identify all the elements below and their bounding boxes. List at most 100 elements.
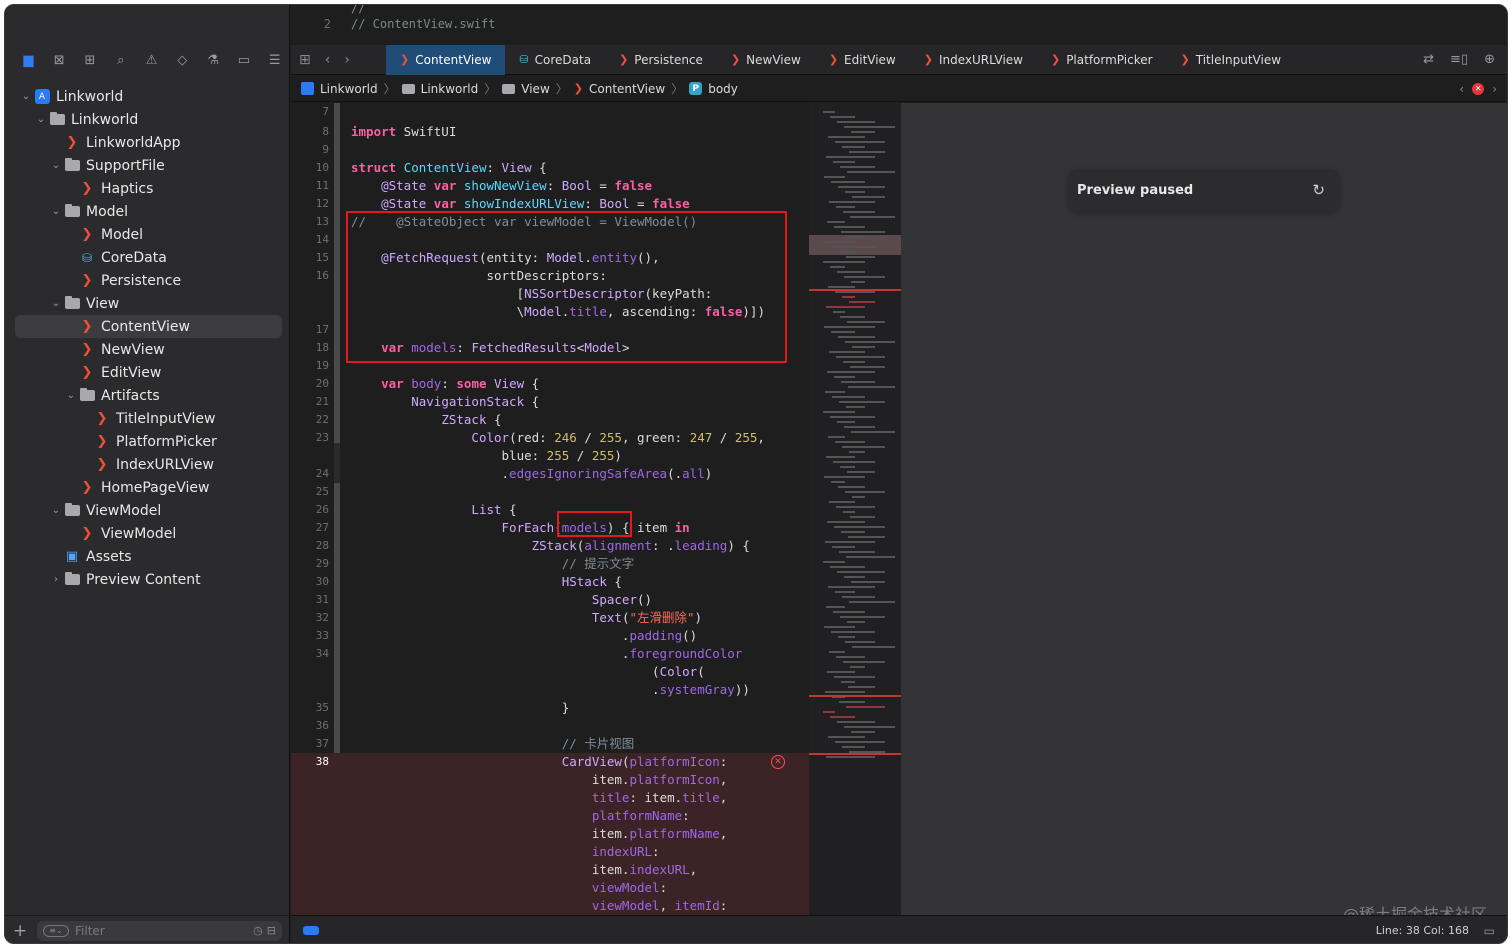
- minimap-line: [840, 166, 875, 168]
- swift-icon: ❯: [96, 411, 108, 426]
- chevron-down-icon[interactable]: ⌄: [64, 390, 78, 401]
- tree-item[interactable]: ❯ LinkworldApp: [5, 131, 290, 154]
- editor-tab[interactable]: ❯ Persistence: [605, 45, 717, 75]
- code-editor[interactable]: 7 8 import SwiftUI 9 10 struct ContentView…: [291, 103, 809, 915]
- tree-item[interactable]: ❯ Haptics: [5, 177, 290, 200]
- tree-item[interactable]: ⌄ SupportFile: [5, 154, 290, 177]
- refresh-icon[interactable]: ↻: [1312, 181, 1325, 199]
- prev-issue-icon[interactable]: ‹: [1459, 82, 1464, 96]
- debug-area-icon[interactable]: ▭: [1484, 924, 1495, 938]
- error-icon[interactable]: ✕: [771, 755, 785, 769]
- minimap-line: [826, 156, 875, 158]
- tree-item[interactable]: ❯ Persistence: [5, 269, 290, 292]
- tree-item[interactable]: ⌄ Artifacts: [5, 384, 290, 407]
- minimap-line: [835, 441, 865, 443]
- minimap-line: [841, 231, 885, 233]
- swift-icon: ❯: [81, 227, 93, 242]
- add-icon[interactable]: +: [13, 921, 31, 941]
- minimap-line: [840, 316, 865, 318]
- chevron-down-icon[interactable]: ⌄: [49, 206, 63, 217]
- minimap-line: [842, 146, 865, 148]
- minimap-viewport[interactable]: [809, 235, 901, 255]
- tree-item[interactable]: ❯ EditView: [5, 361, 290, 384]
- chevron-down-icon[interactable]: ⌄: [49, 505, 63, 516]
- minimap-line: [823, 561, 845, 563]
- report-icon[interactable]: ☰: [259, 49, 290, 71]
- editor-tab[interactable]: ❯ NewView: [717, 45, 815, 75]
- tree-item-label: ContentView: [101, 318, 190, 335]
- filter-placeholder: Filter: [75, 923, 105, 938]
- minimap[interactable]: [809, 103, 901, 915]
- breadcrumb-item[interactable]: View: [521, 82, 549, 96]
- tree-item[interactable]: ❯ TitleInputView: [5, 407, 290, 430]
- file-tree: ⌄ A Linkworld ⌄ Linkworld ❯ LinkworldApp ⌄ Suppo…: [5, 85, 290, 591]
- x-square-icon[interactable]: ⊠: [44, 49, 75, 71]
- editor-tab[interactable]: ❯ TitleInputView: [1167, 45, 1295, 75]
- scm-filter-icon[interactable]: ⊟: [267, 924, 276, 937]
- editor-tab[interactable]: ❯ PlatformPicker: [1037, 45, 1167, 75]
- error-icon[interactable]: ✕: [1472, 82, 1485, 95]
- tree-item[interactable]: › Preview Content: [5, 568, 290, 591]
- swap-icon[interactable]: ⇄: [1423, 52, 1434, 67]
- tree-item[interactable]: ⌄ View: [5, 292, 290, 315]
- search-icon[interactable]: ⌕: [105, 49, 136, 71]
- folder-icon[interactable]: ▆: [13, 49, 44, 71]
- breadcrumb-item[interactable]: Linkworld: [320, 82, 378, 96]
- minimap-line: [843, 211, 875, 213]
- tree-item[interactable]: ❯ ContentView: [15, 315, 282, 338]
- filter-input[interactable]: ≡⌄ Filter ◷ ⊟: [37, 920, 282, 941]
- tree-item-label: Linkworld: [71, 111, 139, 128]
- tree-item-label: IndexURLView: [116, 456, 214, 473]
- breadcrumb-item[interactable]: ContentView: [589, 82, 665, 96]
- editor-tab[interactable]: ⛁ CoreData: [505, 45, 605, 75]
- preview-status: Preview paused: [1077, 182, 1194, 198]
- tab-label: EditView: [844, 52, 896, 67]
- minimap-line: [829, 651, 845, 653]
- tree-item[interactable]: ❯ Model: [5, 223, 290, 246]
- grid-icon[interactable]: ⊞: [299, 52, 311, 68]
- tree-item[interactable]: ❯ IndexURLView: [5, 453, 290, 476]
- tree-item[interactable]: ❯ HomePageView: [5, 476, 290, 499]
- editor-tab[interactable]: ❯ IndexURLView: [910, 45, 1037, 75]
- minimap-line: [823, 711, 835, 713]
- minimap-line: [830, 116, 855, 118]
- spray-icon[interactable]: ⚗: [198, 49, 229, 71]
- indicator-icon[interactable]: [303, 926, 319, 935]
- filter-options-icon[interactable]: ≡⌄: [43, 924, 69, 937]
- minimap-line: [840, 466, 855, 468]
- add-editor-icon[interactable]: ⊕: [1484, 52, 1495, 67]
- back-icon[interactable]: ‹: [325, 52, 331, 68]
- tab-label: CoreData: [534, 52, 592, 67]
- tree-item[interactable]: ⌄ A Linkworld: [5, 85, 290, 108]
- chevron-down-icon[interactable]: ⌄: [49, 160, 63, 171]
- folder-icon: [63, 503, 81, 518]
- breadcrumb-item[interactable]: body: [708, 82, 738, 96]
- chevron-right-icon[interactable]: ›: [49, 574, 63, 585]
- tree-item[interactable]: ⛁ CoreData: [5, 246, 290, 269]
- next-issue-icon[interactable]: ›: [1492, 82, 1497, 96]
- tag-icon[interactable]: ▭: [228, 49, 259, 71]
- chevron-down-icon[interactable]: ⌄: [34, 114, 48, 125]
- forward-icon[interactable]: ›: [344, 52, 350, 68]
- warning-icon[interactable]: ⚠: [136, 49, 167, 71]
- hierarchy-icon[interactable]: ⊞: [75, 49, 106, 71]
- chevron-down-icon[interactable]: ⌄: [19, 91, 33, 102]
- tree-item[interactable]: ⌄ ViewModel: [5, 499, 290, 522]
- minimap-line: [837, 121, 875, 123]
- tree-item[interactable]: ⌄ Linkworld: [5, 108, 290, 131]
- editor-tab[interactable]: ❯ EditView: [815, 45, 910, 75]
- tree-item-label: Haptics: [101, 180, 154, 197]
- breadcrumb-item[interactable]: Linkworld: [421, 82, 479, 96]
- editor-tab[interactable]: ❯ ContentView: [386, 44, 506, 75]
- tree-item[interactable]: ❯ ViewModel: [5, 522, 290, 545]
- code-line: // ContentView.swift: [351, 17, 496, 31]
- chevron-down-icon[interactable]: ⌄: [49, 298, 63, 309]
- tree-item[interactable]: ❯ PlatformPicker: [5, 430, 290, 453]
- tree-item[interactable]: ▣ Assets: [5, 545, 290, 568]
- recent-icon[interactable]: ◷: [253, 924, 263, 937]
- tree-item[interactable]: ❯ NewView: [5, 338, 290, 361]
- tree-item[interactable]: ⌄ Model: [5, 200, 290, 223]
- minimap-line: [842, 296, 855, 298]
- inspector-icon[interactable]: ≡▯: [1450, 52, 1468, 67]
- diamond-icon[interactable]: ◇: [167, 49, 198, 71]
